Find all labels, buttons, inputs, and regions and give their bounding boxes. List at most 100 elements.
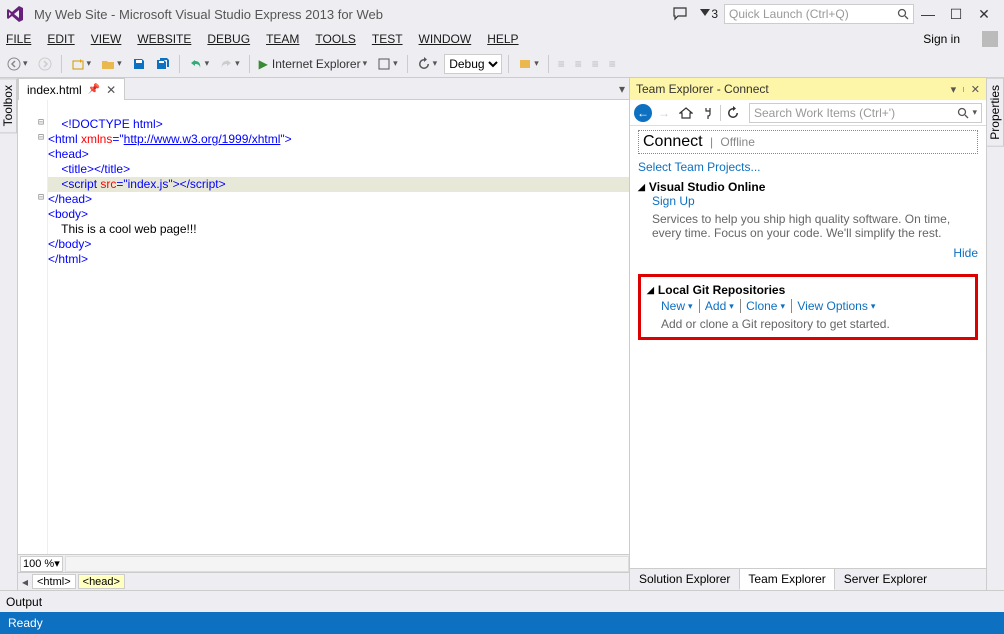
panel-bottom-tabs: Solution Explorer Team Explorer Server E… — [630, 568, 986, 590]
open-file-button[interactable] — [98, 54, 125, 74]
menu-view[interactable]: VIEW — [91, 32, 122, 46]
menu-window[interactable]: WINDOW — [419, 32, 472, 46]
status-bar: Ready — [0, 612, 1004, 634]
highlighted-git-section: Local Git Repositories New Add Clone Vie… — [638, 274, 978, 340]
sign-in-link[interactable]: Sign in — [923, 32, 960, 46]
search-placeholder: Search Work Items (Ctrl+') — [754, 106, 895, 120]
menu-bar: FILE EDIT VIEW WEBSITE DEBUG TEAM TOOLS … — [0, 28, 1004, 50]
git-new-button[interactable]: New — [661, 299, 700, 313]
refresh-icon[interactable] — [723, 103, 743, 123]
notification-count: 3 — [711, 7, 718, 21]
indent-right-button: ≡ — [572, 54, 585, 74]
menu-website[interactable]: WEBSITE — [137, 32, 191, 46]
panel-body: Connect | Offline Select Team Projects..… — [630, 126, 986, 568]
menu-debug[interactable]: DEBUG — [207, 32, 250, 46]
bc-prev[interactable]: ◂ — [20, 575, 30, 589]
notifications-button[interactable]: 3 — [699, 7, 718, 21]
offline-label: Offline — [720, 135, 754, 149]
git-view-options-button[interactable]: View Options — [795, 299, 881, 313]
connect-label: Connect — [643, 133, 703, 150]
hide-link[interactable]: Hide — [638, 246, 978, 260]
redo-button[interactable] — [216, 54, 243, 74]
user-avatar[interactable] — [982, 31, 998, 47]
editor-tab-index-html[interactable]: index.html 📌 ✕ — [18, 78, 125, 100]
browser-link-button[interactable] — [374, 54, 401, 74]
start-debug-button[interactable]: ▶ Internet Explorer — [256, 54, 370, 74]
panel-close-button[interactable]: ✕ — [971, 83, 980, 96]
nav-forward-icon: → — [654, 103, 674, 123]
new-project-button[interactable] — [68, 54, 95, 74]
comment-button: ≡ — [589, 54, 602, 74]
plug-icon[interactable] — [698, 103, 718, 123]
window-title: My Web Site - Microsoft Visual Studio Ex… — [34, 7, 383, 22]
maximize-button[interactable]: ☐ — [942, 6, 970, 23]
properties-tab[interactable]: Properties — [987, 78, 1004, 147]
nav-forward-button[interactable] — [35, 54, 55, 74]
left-dock: Toolbox — [0, 78, 18, 590]
close-button[interactable]: ✕ — [970, 6, 998, 23]
team-explorer-panel: Team Explorer - Connect ▾ ꤯ ✕ ← → Search… — [630, 78, 986, 590]
git-add-button[interactable]: Add — [703, 299, 741, 313]
h-scrollbar[interactable] — [65, 556, 629, 572]
panel-nav: ← → Search Work Items (Ctrl+') ▾ — [630, 100, 986, 126]
quick-launch-input[interactable]: Quick Launch (Ctrl+Q) — [724, 4, 914, 24]
sign-up-link[interactable]: Sign Up — [652, 194, 978, 208]
search-icon — [897, 8, 909, 20]
minimize-button[interactable]: — — [914, 6, 942, 22]
save-button[interactable] — [129, 54, 149, 74]
git-section-header[interactable]: Local Git Repositories — [647, 283, 969, 297]
tab-server-explorer[interactable]: Server Explorer — [835, 568, 936, 590]
panel-title-bar: Team Explorer - Connect ▾ ꤯ ✕ — [630, 78, 986, 100]
search-icon — [957, 107, 969, 119]
config-select[interactable]: Debug — [444, 54, 502, 74]
html-breadcrumb: ◂ <html> <head> — [18, 572, 629, 590]
menu-file[interactable]: FILE — [6, 32, 31, 46]
git-description: Add or clone a Git repository to get sta… — [661, 317, 969, 331]
pin-icon[interactable]: 📌 — [88, 84, 100, 95]
search-dropdown-icon[interactable]: ▾ — [972, 107, 977, 118]
git-clone-button[interactable]: Clone — [744, 299, 792, 313]
nav-back-button[interactable] — [4, 54, 31, 74]
editor-pane: index.html 📌 ✕ ▾ ⊟ ⊟ ⊟ <!DOCTYPE html> <… — [18, 78, 630, 590]
menu-tools[interactable]: TOOLS — [315, 32, 355, 46]
menu-edit[interactable]: EDIT — [47, 32, 74, 46]
indent-left-button: ≡ — [555, 54, 568, 74]
bc-head[interactable]: <head> — [78, 574, 125, 589]
menu-team[interactable]: TEAM — [266, 32, 299, 46]
status-text: Ready — [8, 616, 43, 630]
title-bar: My Web Site - Microsoft Visual Studio Ex… — [0, 0, 1004, 28]
panel-menu-button[interactable]: ▾ — [951, 83, 957, 96]
menu-help[interactable]: HELP — [487, 32, 518, 46]
tab-label: index.html — [27, 83, 82, 97]
tab-team-explorer[interactable]: Team Explorer — [739, 568, 834, 590]
panel-title: Team Explorer - Connect — [636, 82, 947, 96]
vso-section-header[interactable]: Visual Studio Online — [638, 180, 978, 194]
code-editor[interactable]: <!DOCTYPE html> <html xmlns="http://www.… — [48, 100, 629, 554]
feedback-icon[interactable] — [673, 7, 687, 21]
editor-tabs: index.html 📌 ✕ ▾ — [18, 78, 629, 100]
nav-back-icon[interactable]: ← — [634, 104, 652, 122]
tab-solution-explorer[interactable]: Solution Explorer — [630, 568, 739, 590]
save-all-button[interactable] — [153, 54, 173, 74]
toolbox-tab[interactable]: Toolbox — [0, 78, 17, 133]
connect-header[interactable]: Connect | Offline — [638, 130, 978, 154]
vs-logo-icon — [6, 5, 24, 23]
git-actions: New Add Clone View Options — [661, 299, 969, 313]
undo-button[interactable] — [186, 54, 213, 74]
target-button[interactable] — [515, 54, 542, 74]
close-tab-icon[interactable]: ✕ — [106, 83, 116, 97]
tab-overflow-button[interactable]: ▾ — [615, 78, 629, 100]
output-tab[interactable]: Output — [0, 590, 1004, 612]
refresh-button[interactable] — [414, 54, 441, 74]
toolbar: ▶ Internet Explorer Debug ≡ ≡ ≡ ≡ — [0, 50, 1004, 78]
code-gutter: ⊟ ⊟ ⊟ — [18, 100, 48, 554]
home-icon[interactable] — [676, 103, 696, 123]
select-team-projects-link[interactable]: Select Team Projects... — [638, 160, 978, 174]
menu-test[interactable]: TEST — [372, 32, 403, 46]
work-items-search[interactable]: Search Work Items (Ctrl+') ▾ — [749, 103, 982, 123]
zoom-select[interactable]: 100 % ▾ — [20, 556, 63, 572]
editor-footer: 100 % ▾ — [18, 554, 629, 572]
panel-pin-button[interactable]: ꤯ — [960, 83, 967, 95]
bc-html[interactable]: <html> — [32, 574, 76, 589]
uncomment-button: ≡ — [606, 54, 619, 74]
